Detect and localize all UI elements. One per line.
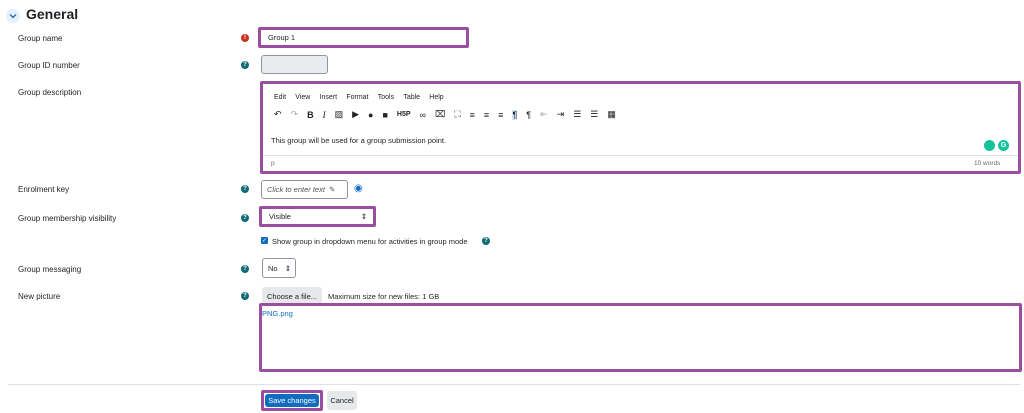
word-count: 10 words bbox=[974, 160, 1001, 167]
messaging-select[interactable]: No ⇕ bbox=[262, 258, 296, 278]
indent-icon[interactable]: ⇥ bbox=[557, 109, 565, 120]
show-dropdown-checkbox[interactable]: ✓ bbox=[261, 237, 268, 244]
help-icon[interactable]: ? bbox=[482, 237, 490, 245]
grammarly-icon[interactable]: G bbox=[998, 140, 1009, 151]
file-link[interactable]: PNG.png bbox=[262, 309, 293, 318]
messaging-label: Group messaging bbox=[18, 265, 82, 274]
picture-label: New picture bbox=[18, 292, 61, 301]
unlink-icon[interactable]: ⌧ bbox=[435, 109, 445, 120]
editor-content[interactable]: This group will be used for a group subm… bbox=[271, 136, 446, 145]
ltr-icon[interactable]: ¶ bbox=[512, 109, 518, 120]
editor-menubar: Edit View Insert Format Tools Table Help bbox=[274, 92, 451, 101]
fullscreen-icon[interactable]: ⛶ bbox=[454, 109, 460, 120]
align-right-icon[interactable]: ≡ bbox=[498, 110, 503, 120]
link-icon[interactable]: ∞ bbox=[420, 110, 426, 120]
help-icon[interactable]: ? bbox=[241, 265, 249, 273]
enrolment-key-placeholder: Click to enter text bbox=[267, 185, 325, 194]
max-size-text: Maximum size for new files: 1 GB bbox=[328, 292, 440, 301]
group-id-input[interactable] bbox=[261, 55, 328, 74]
menu-help[interactable]: Help bbox=[429, 94, 443, 101]
visibility-label: Group membership visibility bbox=[18, 214, 117, 223]
menu-tools[interactable]: Tools bbox=[378, 94, 394, 101]
numbered-list-icon[interactable]: ☰ bbox=[590, 109, 598, 120]
image-icon[interactable]: ▨ bbox=[335, 109, 344, 120]
editor-path: p bbox=[271, 160, 275, 167]
editor-toolbar: ↶ ↷ B I ▨ ▶ ● ■ H5P ∞ ⌧ ⛶ ≡ ≡ ≡ ¶ ¶ ⇤ ⇥ … bbox=[274, 109, 625, 120]
save-changes-button[interactable]: Save changes bbox=[265, 394, 319, 407]
chevron-down-icon bbox=[9, 14, 17, 19]
h5p-icon[interactable]: H5P bbox=[397, 111, 411, 118]
menu-edit[interactable]: Edit bbox=[274, 94, 286, 101]
section-title: General bbox=[26, 6, 79, 22]
file-drop-area[interactable]: PNG.png bbox=[259, 303, 1022, 372]
visibility-value: Visible bbox=[269, 212, 291, 221]
select-arrows-icon: ⇕ bbox=[284, 263, 291, 273]
pencil-icon: ✎ bbox=[328, 185, 336, 194]
group-name-label: Group name bbox=[18, 34, 63, 43]
bold-icon[interactable]: B bbox=[307, 110, 314, 120]
grammar-suggestion-icon[interactable] bbox=[984, 140, 995, 151]
messaging-value: No bbox=[268, 263, 278, 273]
microphone-icon[interactable]: ● bbox=[368, 110, 373, 120]
required-icon: ! bbox=[241, 34, 249, 42]
cancel-button[interactable]: Cancel bbox=[327, 391, 357, 410]
group-name-highlight: Group 1 bbox=[258, 27, 469, 48]
media-icon[interactable]: ▶ bbox=[352, 109, 359, 120]
description-editor-highlight: Edit View Insert Format Tools Table Help… bbox=[260, 81, 1021, 174]
statusbar-divider bbox=[263, 155, 1018, 156]
help-icon[interactable]: ? bbox=[241, 214, 249, 222]
menu-view[interactable]: View bbox=[295, 94, 310, 101]
menu-insert[interactable]: Insert bbox=[320, 94, 338, 101]
visibility-select[interactable]: Visible ⇕ bbox=[264, 211, 371, 222]
visibility-highlight: Visible ⇕ bbox=[259, 206, 376, 227]
help-icon[interactable]: ? bbox=[241, 61, 249, 69]
help-icon[interactable]: ? bbox=[241, 292, 249, 300]
enrolment-key-label: Enrolment key bbox=[18, 185, 70, 194]
bullet-list-icon[interactable]: ☰ bbox=[573, 109, 581, 120]
form-divider bbox=[8, 384, 1020, 385]
save-highlight: Save changes bbox=[261, 390, 323, 411]
reveal-eye-icon[interactable]: ◉ bbox=[354, 183, 363, 194]
group-id-label: Group ID number bbox=[18, 61, 80, 70]
video-icon[interactable]: ■ bbox=[382, 110, 387, 120]
collapse-section-toggle[interactable] bbox=[6, 9, 20, 23]
group-name-input[interactable]: Group 1 bbox=[263, 32, 464, 43]
help-icon[interactable]: ? bbox=[241, 185, 249, 193]
rtl-icon[interactable]: ¶ bbox=[526, 110, 531, 120]
undo-icon[interactable]: ↶ bbox=[274, 109, 282, 120]
align-center-icon[interactable]: ≡ bbox=[484, 110, 489, 120]
select-arrows-icon: ⇕ bbox=[360, 212, 367, 221]
group-description-label: Group description bbox=[18, 88, 82, 97]
enrolment-key-input[interactable]: Click to enter text ✎ bbox=[261, 180, 348, 199]
menu-table[interactable]: Table bbox=[403, 94, 420, 101]
outdent-icon[interactable]: ⇤ bbox=[540, 109, 548, 120]
italic-icon[interactable]: I bbox=[323, 110, 326, 120]
redo-icon[interactable]: ↷ bbox=[291, 109, 299, 120]
menu-format[interactable]: Format bbox=[346, 94, 368, 101]
calculator-icon[interactable]: ▦ bbox=[607, 109, 616, 120]
align-left-icon[interactable]: ≡ bbox=[470, 110, 475, 120]
show-dropdown-label: Show group in dropdown menu for activiti… bbox=[272, 237, 468, 246]
